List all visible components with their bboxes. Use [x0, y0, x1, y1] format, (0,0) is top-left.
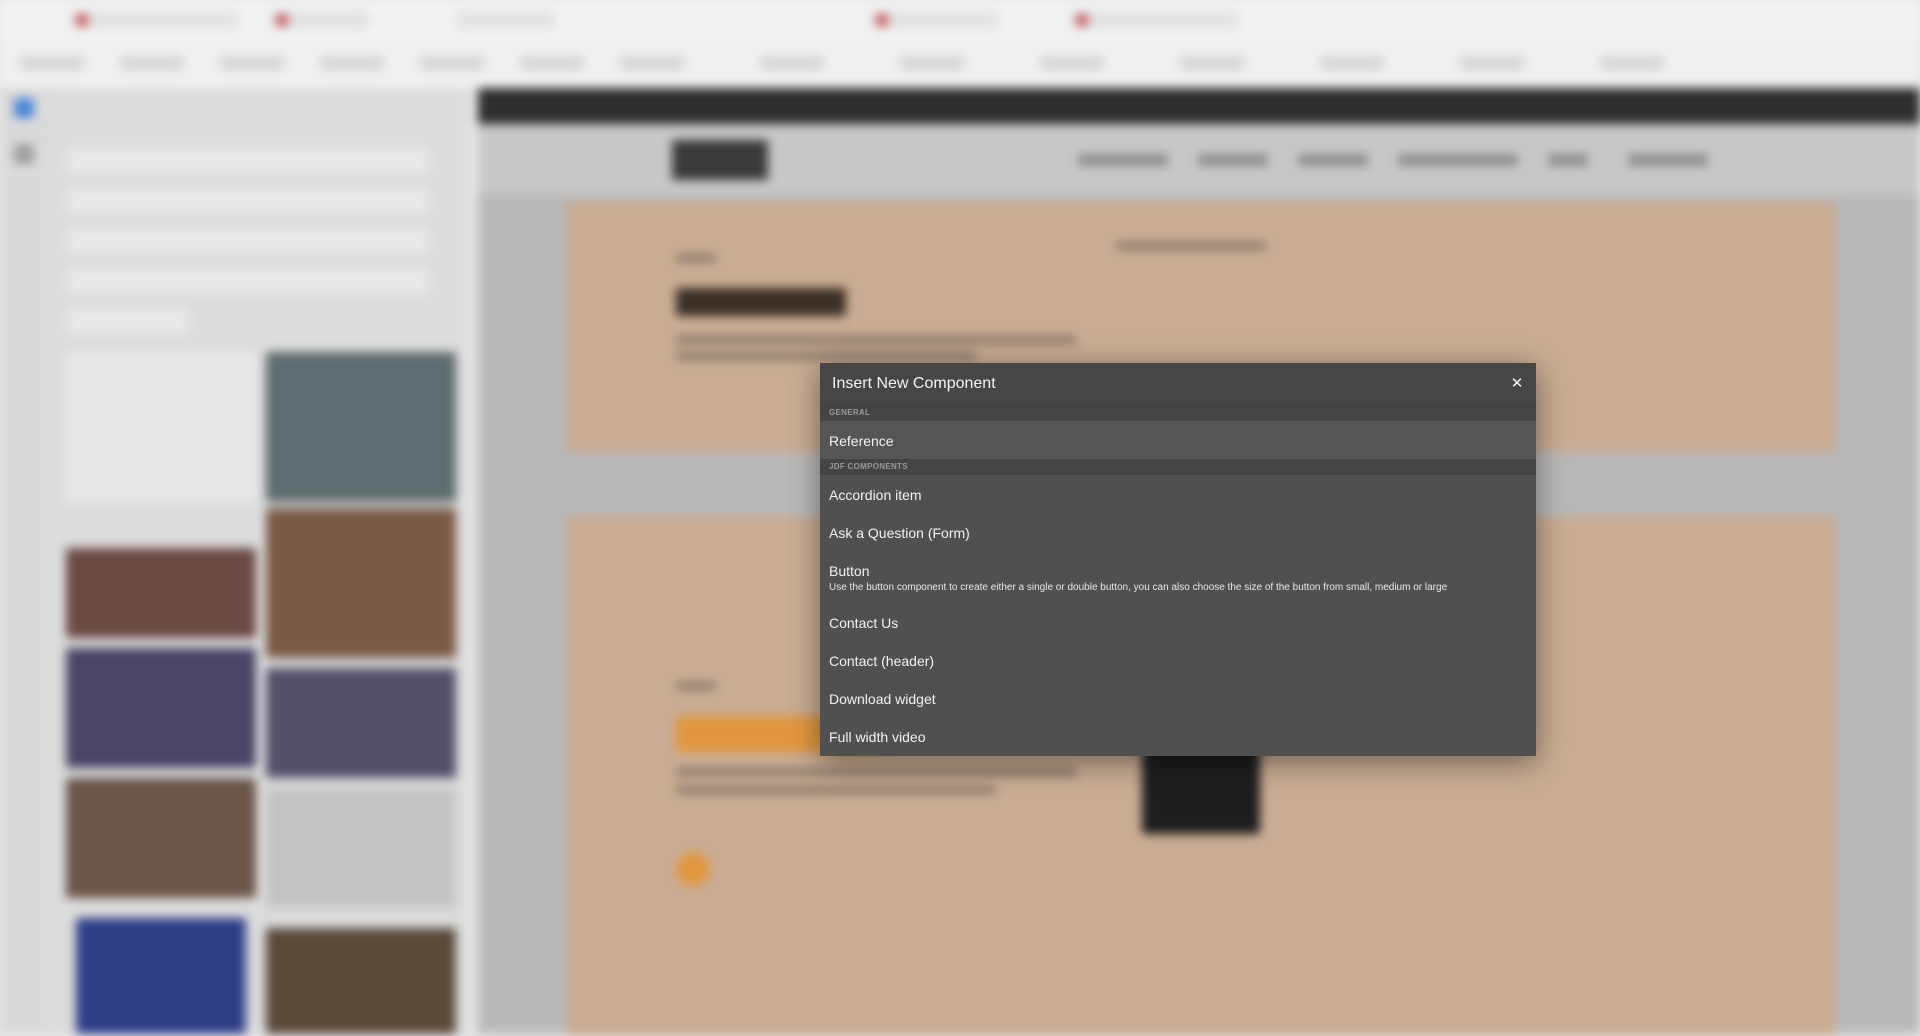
asset-thumbnail [66, 648, 256, 768]
browser-tab [1070, 10, 1240, 30]
panel-icon [14, 144, 34, 164]
component-item-label: Accordion item [829, 487, 922, 503]
group-header-jdf-components: JDF COMPONENTS [820, 459, 1536, 475]
left-rail [0, 88, 48, 1034]
component-item-contact-header[interactable]: Contact (header) [820, 641, 1536, 679]
orange-badge [676, 852, 710, 886]
close-icon[interactable]: ✕ [1506, 372, 1528, 394]
assets-panel [48, 88, 468, 1034]
component-item-label: Reference [829, 433, 894, 449]
site-header [478, 124, 1920, 194]
component-item-full-width-video[interactable]: Full width video [820, 717, 1536, 756]
dialog-title: Insert New Component [832, 375, 996, 392]
component-item-label: Ask a Question (Form) [829, 525, 970, 541]
editor-toolbar [478, 88, 1920, 124]
insert-component-dialog: Insert New Component ✕ GENERAL Reference… [820, 363, 1536, 756]
asset-thumbnail [66, 778, 256, 898]
component-item-reference[interactable]: Reference [820, 421, 1536, 459]
component-item-contact-us[interactable]: Contact Us [820, 603, 1536, 641]
browser-tab [455, 10, 555, 30]
component-item-label: Download widget [829, 691, 936, 707]
browser-tab [270, 10, 370, 30]
component-item-download-widget[interactable]: Download widget [820, 679, 1536, 717]
component-item-accordion-item[interactable]: Accordion item [820, 475, 1536, 513]
panel-icon [14, 98, 34, 118]
group-header-label: GENERAL [829, 408, 871, 417]
component-item-label: Button [829, 563, 870, 579]
component-item-button[interactable]: Button Use the button component to creat… [820, 551, 1536, 603]
image-placeholder [1142, 744, 1260, 834]
component-item-label: Contact (header) [829, 653, 935, 669]
asset-thumbnail [266, 668, 456, 778]
component-item-label: Contact Us [829, 615, 899, 631]
component-item-ask-a-question[interactable]: Ask a Question (Form) [820, 513, 1536, 551]
group-header-label: JDF COMPONENTS [829, 462, 908, 471]
asset-thumbnail [66, 352, 256, 502]
asset-thumbnail [76, 918, 246, 1034]
component-item-label: Full width video [829, 729, 926, 745]
asset-thumbnail [266, 352, 456, 502]
browser-tab [870, 10, 1000, 30]
component-item-description: Use the button component to create eithe… [829, 582, 1448, 593]
browser-tab-bar [0, 0, 1920, 40]
dialog-header: Insert New Component ✕ [820, 363, 1536, 406]
site-logo [672, 140, 768, 180]
asset-thumbnail [66, 548, 256, 638]
bookmarks-toolbar [0, 40, 1920, 89]
browser-tab [70, 10, 240, 30]
group-header-general: GENERAL [820, 405, 1536, 421]
asset-thumbnail [266, 928, 456, 1034]
asset-thumbnail [266, 788, 456, 908]
asset-thumbnail [266, 508, 456, 658]
